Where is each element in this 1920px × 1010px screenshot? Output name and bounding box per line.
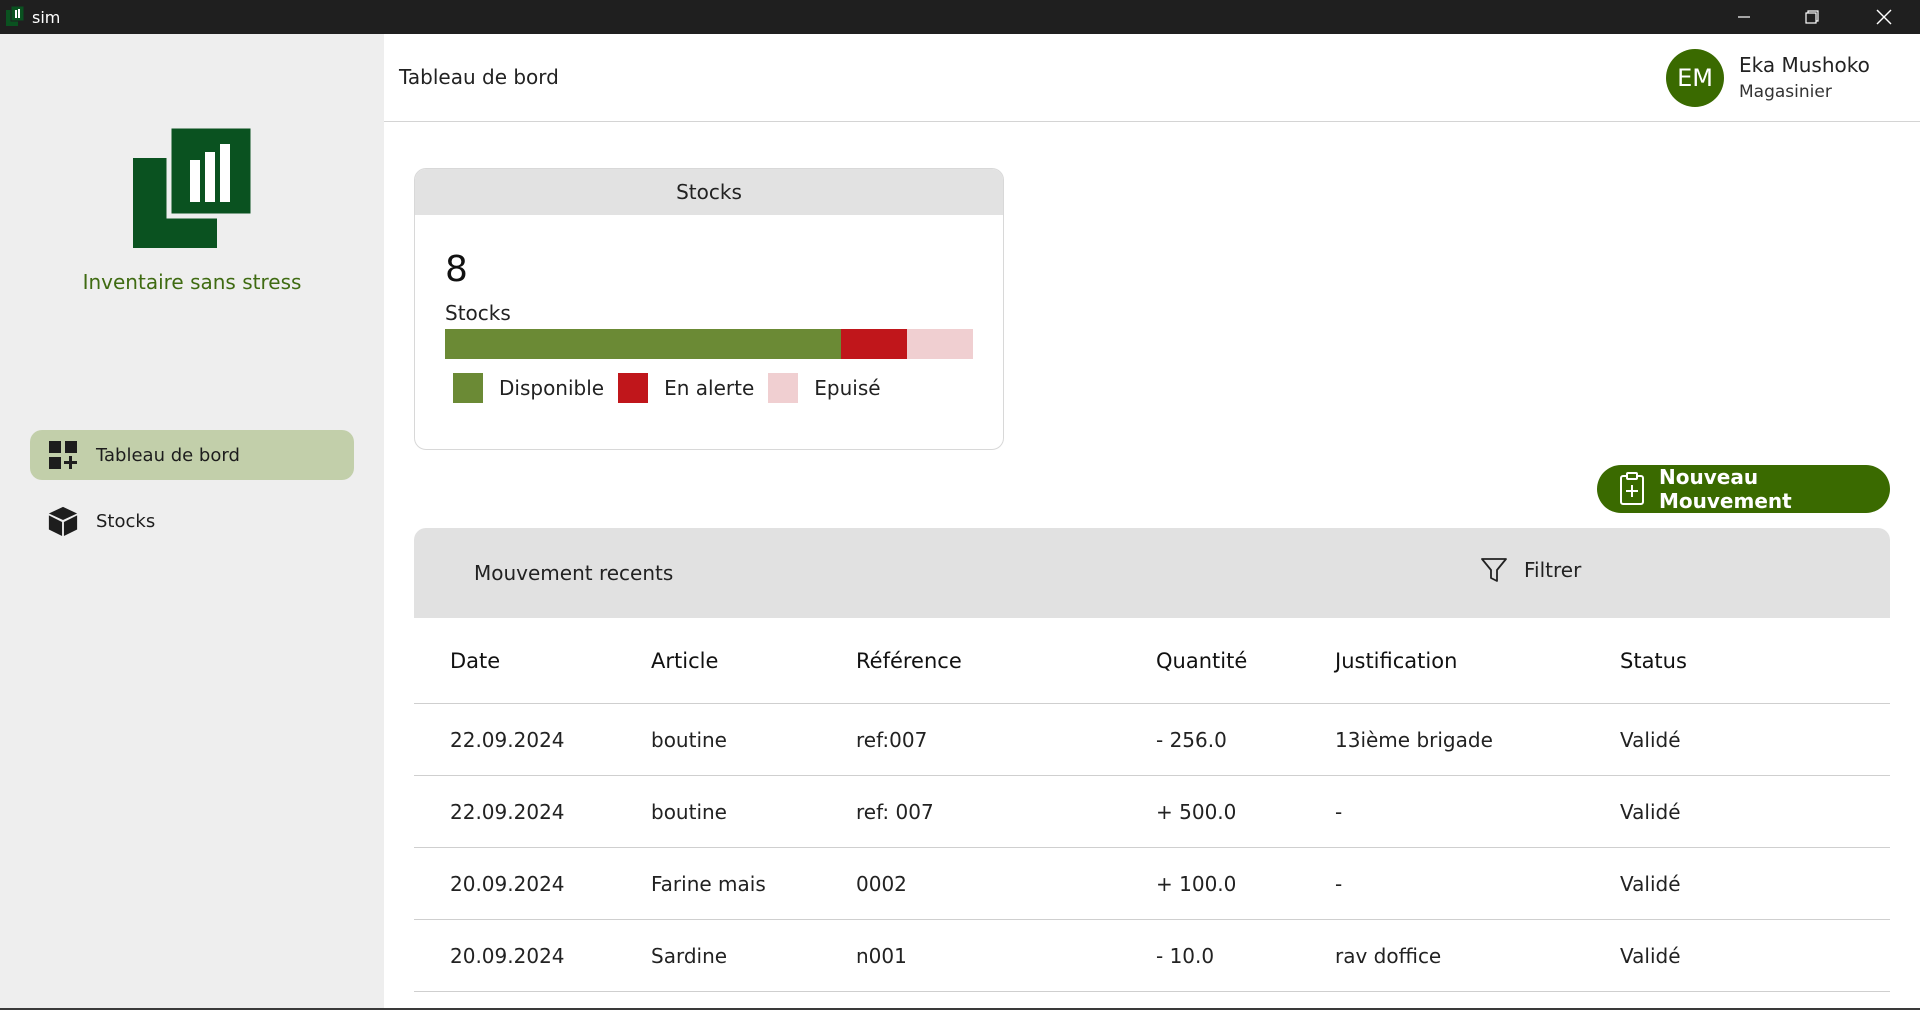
page-title: Tableau de bord <box>399 65 559 89</box>
cell-quantite: - 256.0 <box>1156 727 1227 752</box>
minimize-icon <box>1738 16 1750 18</box>
cell-reference: 0002 <box>856 871 907 896</box>
stock-status-bar <box>445 329 973 359</box>
stocks-card: Stocks 8 Stocks Disponible En alerte Epu… <box>414 168 1004 450</box>
cell-article: Farine mais <box>651 871 766 896</box>
window-title: sim <box>32 8 61 27</box>
sidebar-item-label: Tableau de bord <box>96 444 240 466</box>
cell-date: 20.09.2024 <box>450 943 565 968</box>
cell-article: boutine <box>651 799 727 824</box>
filter-label: Filtrer <box>1524 558 1582 582</box>
legend-label: Disponible <box>499 376 605 400</box>
table-row[interactable]: 22.09.2024 boutine ref: 007 + 500.0 - Va… <box>414 776 1890 848</box>
avatar[interactable]: EM <box>1666 49 1724 107</box>
column-header-reference[interactable]: Référence <box>856 649 962 673</box>
cell-quantite: + 500.0 <box>1156 799 1237 824</box>
cell-status: Validé <box>1620 727 1681 752</box>
column-header-justification[interactable]: Justification <box>1335 649 1457 673</box>
minimize-button[interactable] <box>1710 0 1778 34</box>
sidebar-item-stocks[interactable]: Stocks <box>30 496 354 546</box>
cell-status: Validé <box>1620 871 1681 896</box>
cell-reference: ref:007 <box>856 727 928 752</box>
window-title-bar: sim <box>0 0 1920 34</box>
cell-justification: rav doffice <box>1335 943 1442 968</box>
cell-article: Sardine <box>651 943 728 968</box>
restore-button[interactable] <box>1778 0 1846 34</box>
bar-segment-epuise <box>907 329 973 359</box>
cell-reference: n001 <box>856 943 907 968</box>
legend-swatch <box>768 373 799 403</box>
column-header-article[interactable]: Article <box>651 649 718 673</box>
cell-status: Validé <box>1620 943 1681 968</box>
cell-status: Validé <box>1620 799 1681 824</box>
box-icon <box>47 505 79 537</box>
sidebar: Inventaire sans stress Tableau de bord S… <box>0 34 384 1010</box>
new-movement-button[interactable]: Nouveau Mouvement <box>1597 465 1890 513</box>
column-header-quantite[interactable]: Quantité <box>1156 649 1247 673</box>
close-button[interactable] <box>1850 0 1918 34</box>
app-icon <box>6 6 24 26</box>
cell-justification: 13ième brigade <box>1335 727 1493 752</box>
clipboard-plus-icon <box>1619 472 1645 506</box>
legend-swatch <box>453 373 483 403</box>
table-row[interactable]: 20.09.2024 Farine mais 0002 + 100.0 - Va… <box>414 848 1890 920</box>
cell-justification: - <box>1335 871 1343 896</box>
legend-label: Epuisé <box>814 376 881 400</box>
column-header-status[interactable]: Status <box>1620 649 1687 673</box>
stocks-card-title: Stocks <box>415 169 1003 215</box>
movements-header: Mouvement recents Filtrer <box>414 528 1890 618</box>
cell-quantite: + 100.0 <box>1156 871 1237 896</box>
table-row[interactable]: 20.09.2024 Sardine n001 - 10.0 rav doffi… <box>414 920 1890 992</box>
app-logo <box>133 126 253 248</box>
stock-legend: Disponible En alerte Epuisé <box>453 373 895 403</box>
stocks-label: Stocks <box>445 301 511 325</box>
dashboard-add-icon <box>47 439 79 471</box>
cell-article: boutine <box>651 727 727 752</box>
close-icon <box>1876 9 1892 25</box>
filter-icon <box>1480 556 1508 584</box>
new-movement-label: Nouveau Mouvement <box>1659 465 1792 513</box>
stocks-count: 8 <box>445 249 468 290</box>
movements-table: Date Article Référence Quantité Justific… <box>414 618 1890 992</box>
cell-date: 22.09.2024 <box>450 727 565 752</box>
restore-icon <box>1805 10 1819 24</box>
legend-item-en-alerte: En alerte <box>618 373 754 403</box>
table-header-row: Date Article Référence Quantité Justific… <box>414 618 1890 704</box>
legend-item-epuise: Epuisé <box>768 373 881 403</box>
sidebar-item-tableau-de-bord[interactable]: Tableau de bord <box>30 430 354 480</box>
legend-swatch <box>618 373 649 403</box>
user-name: Eka Mushoko <box>1739 53 1870 77</box>
cell-justification: - <box>1335 799 1343 824</box>
brand-name: Inventaire sans stress <box>82 270 302 294</box>
cell-quantite: - 10.0 <box>1156 943 1215 968</box>
cell-date: 20.09.2024 <box>450 871 565 896</box>
cell-reference: ref: 007 <box>856 799 934 824</box>
cell-date: 22.09.2024 <box>450 799 565 824</box>
bar-segment-en-alerte <box>841 329 907 359</box>
column-header-date[interactable]: Date <box>450 649 500 673</box>
user-role: Magasinier <box>1739 82 1832 102</box>
filter-button[interactable]: Filtrer <box>1480 556 1581 584</box>
table-row[interactable]: 22.09.2024 boutine ref:007 - 256.0 13ièm… <box>414 704 1890 776</box>
legend-label: En alerte <box>664 376 755 400</box>
top-header: Tableau de bord EM Eka Mushoko Magasinie… <box>384 34 1920 122</box>
sidebar-item-label: Stocks <box>96 510 156 532</box>
movements-title: Mouvement recents <box>474 561 674 585</box>
bar-segment-disponible <box>445 329 841 359</box>
legend-item-disponible: Disponible <box>453 373 604 403</box>
